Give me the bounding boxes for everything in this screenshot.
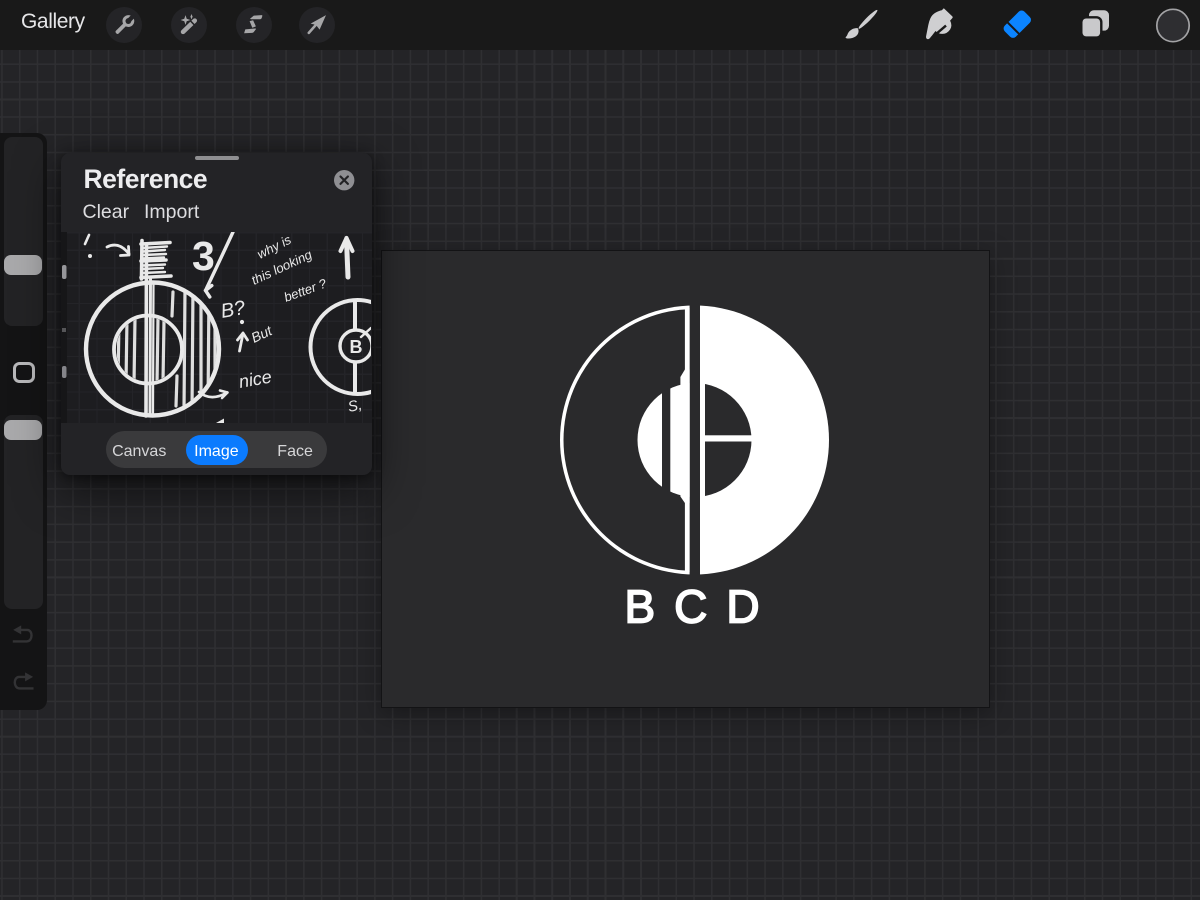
svg-text:3: 3: [192, 233, 215, 279]
svg-text:better ?: better ?: [281, 276, 328, 305]
svg-text:nice: nice: [237, 367, 273, 392]
svg-text:But: But: [248, 322, 275, 346]
svg-text:BCD: BCD: [624, 581, 778, 633]
svg-text:B?: B?: [219, 297, 248, 323]
svg-text:B: B: [349, 337, 362, 357]
svg-text:S,: S,: [346, 397, 363, 417]
